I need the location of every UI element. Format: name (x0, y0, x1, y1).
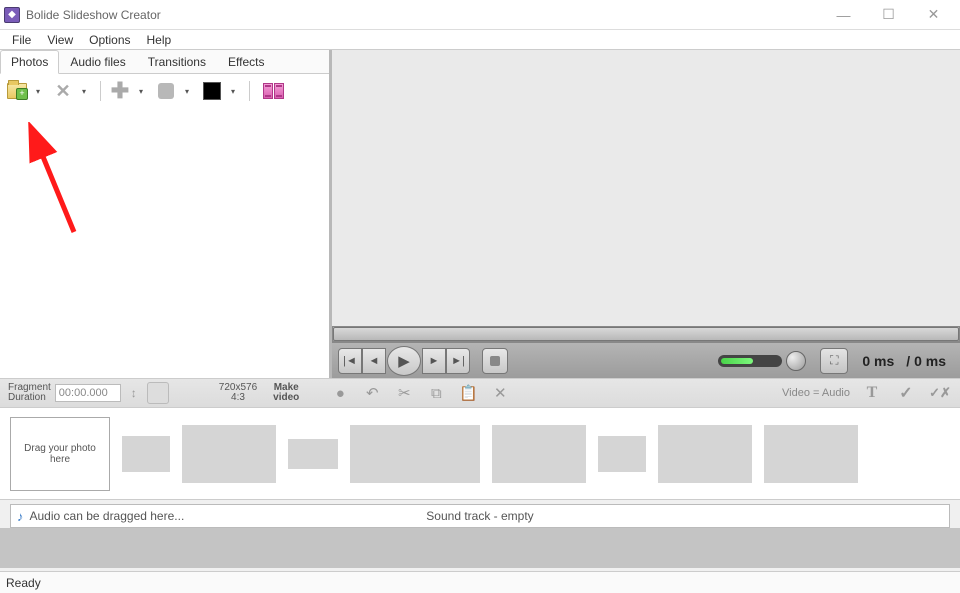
storyboard[interactable]: Drag your photo here (0, 408, 960, 500)
music-note-icon: ♪ (17, 509, 24, 524)
remove-photo-button[interactable]: ✕ (52, 80, 74, 102)
video-equals-audio-label[interactable]: Video = Audio (782, 387, 850, 399)
scrollbar-thumb[interactable] (333, 327, 959, 341)
storyboard-clip[interactable] (122, 436, 170, 472)
audio-drop-hint: Audio can be dragged here... (30, 509, 185, 523)
cut-button[interactable]: ✂ (393, 382, 415, 404)
timeline-empty-area (0, 528, 960, 568)
source-tabs: Photos Audio files Transitions Effects (0, 50, 329, 74)
time-total: / 0 ms (906, 353, 946, 369)
shape-button[interactable] (155, 80, 177, 102)
photos-list-area[interactable] (0, 108, 329, 378)
time-current: 0 ms (862, 353, 894, 369)
copy-button[interactable]: ⧉ (425, 382, 447, 404)
tab-audio-files[interactable]: Audio files (59, 50, 136, 73)
tab-effects[interactable]: Effects (217, 50, 275, 73)
preview-pane: |◄ ◄ ▶ ► ►| ⛶ 0 ms / 0 ms (332, 50, 960, 378)
title-bar: ◆ Bolide Slideshow Creator — ☐ ✕ (0, 0, 960, 30)
duration-apply-button[interactable] (147, 382, 169, 404)
minimize-button[interactable]: — (821, 1, 866, 29)
paste-button[interactable]: 📋 (457, 382, 479, 404)
tab-transitions[interactable]: Transitions (137, 50, 217, 73)
step-back-button[interactable]: ◄ (362, 348, 386, 374)
fullscreen-button[interactable]: ⛶ (820, 348, 848, 374)
storyboard-clip[interactable] (764, 425, 858, 483)
status-text: Ready (6, 576, 41, 590)
stop-icon (490, 356, 500, 366)
step-forward-button[interactable]: ► (422, 348, 446, 374)
preview-scrollbar[interactable] (332, 326, 960, 342)
window-title: Bolide Slideshow Creator (26, 8, 821, 22)
audio-track[interactable]: ♪ Audio can be dragged here... Sound tra… (10, 504, 950, 528)
discard-button[interactable]: ✓✗ (928, 382, 952, 404)
storyboard-clip[interactable] (658, 425, 752, 483)
remove-icon: ✕ (55, 81, 70, 102)
rounded-square-icon (158, 83, 174, 99)
storyboard-clip[interactable] (288, 439, 338, 469)
go-start-button[interactable]: |◄ (338, 348, 362, 374)
preview-canvas (332, 50, 960, 342)
add-photos-button[interactable] (6, 80, 28, 102)
play-button[interactable]: ▶ (387, 346, 421, 376)
delete-button[interactable]: ✕ (489, 382, 511, 404)
playback-controls: |◄ ◄ ▶ ► ►| (338, 346, 470, 376)
tab-photos[interactable]: Photos (0, 50, 59, 74)
fragment-label-2: Duration (8, 393, 51, 403)
storyboard-clip[interactable] (350, 425, 480, 483)
volume-fill (721, 358, 753, 364)
menu-bar: File View Options Help (0, 30, 960, 50)
resolution-line2[interactable]: 4:3 (219, 393, 257, 403)
fragment-duration-input[interactable]: 00:00.000 (55, 384, 121, 402)
slideshow-style-button[interactable] (258, 80, 288, 102)
toolbar-divider (100, 81, 101, 101)
left-pane: Photos Audio files Transitions Effects ▾… (0, 50, 332, 378)
text-tool-button[interactable]: T (860, 382, 884, 404)
folder-add-icon (7, 83, 27, 99)
stop-button[interactable] (482, 348, 508, 374)
menu-options[interactable]: Options (81, 31, 138, 49)
make-video-line2[interactable]: video (273, 393, 299, 403)
undo-button[interactable]: ↶ (361, 382, 383, 404)
record-button[interactable]: ● (329, 382, 351, 404)
insert-button[interactable]: ✚ (109, 80, 131, 102)
menu-file[interactable]: File (4, 31, 39, 49)
add-photos-dropdown[interactable]: ▾ (36, 87, 46, 96)
remove-photo-dropdown[interactable]: ▾ (82, 87, 92, 96)
maximize-button[interactable]: ☐ (866, 1, 911, 29)
photos-toolbar: ▾ ✕ ▾ ✚ ▾ ▾ ▾ (0, 74, 329, 108)
playback-bar: |◄ ◄ ▶ ► ►| ⛶ 0 ms / 0 ms (332, 342, 960, 378)
accept-button[interactable]: ✓ (894, 382, 918, 404)
storyboard-clip[interactable] (492, 425, 586, 483)
duration-lock-button[interactable]: ↕ (125, 384, 143, 402)
menu-view[interactable]: View (39, 31, 81, 49)
plus-icon: ✚ (111, 78, 129, 104)
toolbar-divider-2 (249, 81, 250, 101)
storyboard-clip[interactable] (182, 425, 276, 483)
app-icon: ◆ (4, 7, 20, 23)
menu-help[interactable]: Help (139, 31, 180, 49)
timeline-toolbar: Fragment Duration 00:00.000 ↕ 720x576 4:… (0, 378, 960, 408)
edit-buttons: ● ↶ ✂ ⧉ 📋 ✕ (329, 382, 511, 404)
close-button[interactable]: ✕ (911, 1, 956, 29)
volume-knob[interactable] (786, 351, 806, 371)
audio-empty-label: Sound track - empty (426, 509, 533, 523)
storyboard-drop-slot[interactable]: Drag your photo here (10, 417, 110, 491)
fragment-duration-group: Fragment Duration 00:00.000 ↕ (8, 382, 169, 404)
film-strip-icon (263, 83, 284, 99)
storyboard-clip[interactable] (598, 436, 646, 472)
color-swatch[interactable] (201, 80, 223, 102)
color-dropdown[interactable]: ▾ (231, 87, 241, 96)
insert-dropdown[interactable]: ▾ (139, 87, 149, 96)
volume-slider[interactable] (718, 355, 782, 367)
color-black-icon (203, 82, 221, 100)
status-bar: Ready (0, 571, 960, 593)
go-end-button[interactable]: ►| (446, 348, 470, 374)
shape-dropdown[interactable]: ▾ (185, 87, 195, 96)
